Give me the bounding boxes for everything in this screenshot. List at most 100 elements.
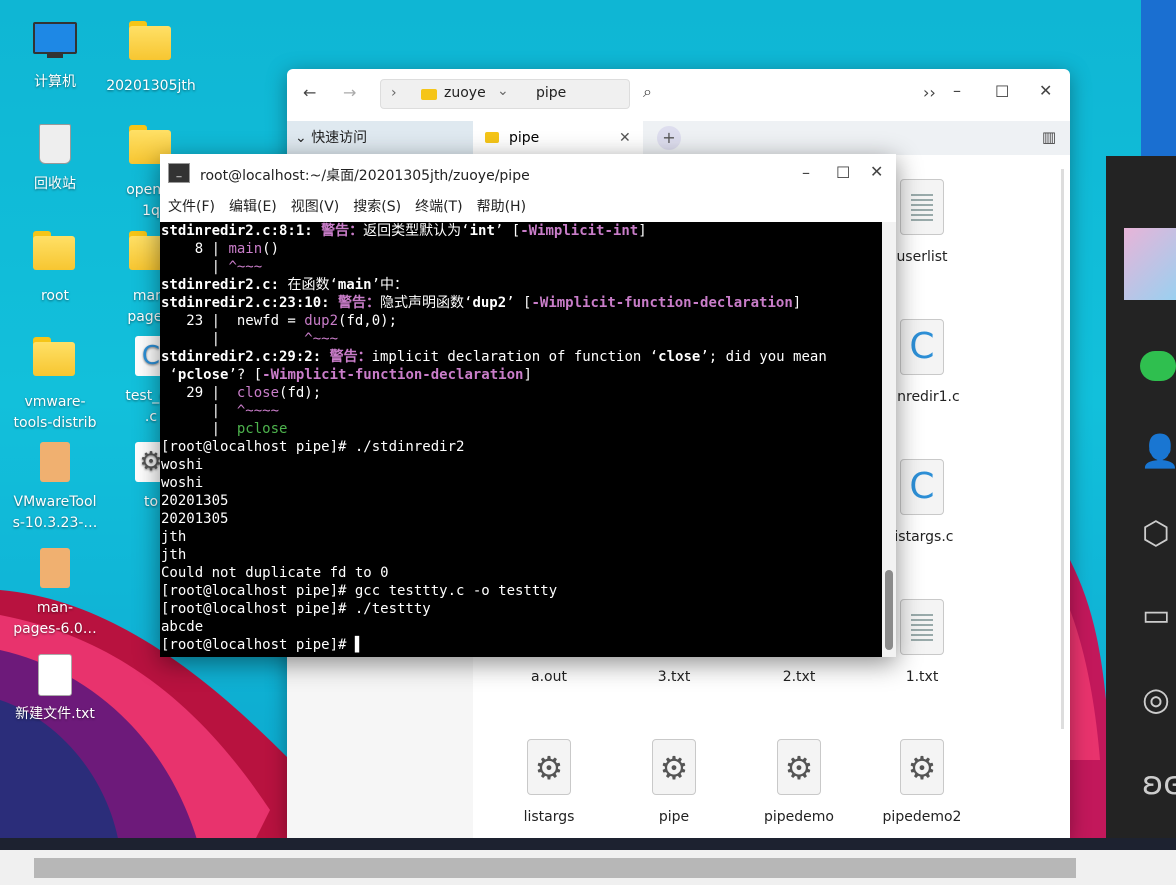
chevron-down-icon: ⌄ [295, 130, 312, 146]
executable-icon: ⚙ [900, 739, 944, 795]
chevron-down-icon[interactable]: ⌄ [497, 83, 509, 99]
terminal-menu-item[interactable]: 终端(T) [415, 199, 462, 215]
file-grid-scrollbar[interactable] [1061, 169, 1064, 729]
executable-icon: ⚙ [777, 739, 821, 795]
horizontal-scrollbar[interactable] [0, 850, 1176, 885]
breadcrumb-zuoye[interactable]: zuoye [444, 85, 486, 101]
terminal-line: | ^~~~~ [161, 403, 280, 419]
search-icon[interactable]: ⌕ [643, 82, 652, 102]
close-icon[interactable]: ✕ [870, 162, 883, 181]
terminal-menu-item[interactable]: 搜索(S) [353, 199, 401, 215]
file-name: a.out [531, 669, 567, 685]
folder-icon[interactable]: ▭ [1142, 598, 1170, 633]
terminal-title: root@localhost:~/桌面/20201305jth/zuoye/pi… [200, 168, 530, 184]
desktop-icon[interactable]: 新建文件.txt [10, 652, 100, 725]
file-item[interactable]: ⚙ pipedemo [744, 739, 854, 825]
desktop-icon[interactable]: 计算机 [10, 18, 100, 93]
right-dock: 👤 ⬡ ▭ ◎ ʚɞ [1106, 156, 1176, 885]
desktop-icon[interactable]: 回收站 [10, 122, 100, 195]
terminal-menu-item[interactable]: 文件(F) [168, 199, 215, 215]
desktop-icon-label: 回收站 [34, 176, 76, 192]
desktop-icon-label: vmware- tools-distrib [13, 394, 97, 431]
minimize-icon[interactable]: – [953, 81, 961, 100]
terminal-line: 8 | main() [161, 241, 280, 257]
file-name: 1.txt [905, 669, 939, 685]
file-manager-toolbar: ← → › zuoye ⌄ pipe ⌕ ›› – ☐ ✕ [287, 69, 1070, 117]
desktop-icon[interactable]: 20201305jth [106, 18, 196, 97]
c-source-icon: C [900, 459, 944, 515]
folder-icon [485, 132, 499, 143]
file-name: 3.txt [657, 669, 691, 685]
terminal-line: stdinredir2.c:29:2: 警告：implicit declarat… [161, 349, 827, 365]
desktop-icon-label: man- pages-6.0… [13, 600, 97, 637]
file-name: listargs [523, 809, 575, 825]
package-icon [33, 442, 77, 486]
home-folder-icon [33, 231, 77, 280]
desktop-icon-label: 20201305jth [106, 78, 196, 94]
terminal-line: jth [161, 547, 187, 563]
cube-icon[interactable]: ⬡ [1142, 514, 1170, 552]
file-name: pipe [658, 809, 690, 825]
desktop-icon-label: 新建文件.txt [15, 706, 95, 722]
aperture-icon[interactable]: ◎ [1142, 680, 1170, 718]
scrollbar-thumb[interactable] [885, 570, 893, 650]
new-tab-button[interactable]: + [657, 126, 681, 150]
terminal-line: jth [161, 529, 187, 545]
desktop-icon-label: root [40, 288, 70, 304]
text-file-icon [900, 179, 944, 235]
file-item[interactable]: ⚙ listargs [494, 739, 604, 825]
terminal-menu-item[interactable]: 帮助(H) [477, 199, 526, 215]
terminal-line: Could not duplicate fd to 0 [161, 565, 389, 581]
monitor-icon [33, 22, 77, 66]
scrollbar-thumb[interactable] [34, 858, 1076, 878]
terminal-line: [root@localhost pipe]# ▌ [161, 637, 364, 653]
maximize-icon[interactable]: ☐ [995, 82, 1009, 101]
close-icon[interactable]: ✕ [1039, 81, 1052, 100]
terminal-line: | pclose [161, 421, 288, 437]
tab-pipe[interactable]: pipe ✕ [473, 121, 643, 155]
desktop-icon[interactable]: man- pages-6.0… [10, 546, 100, 640]
terminal-line: stdinredir2.c:8:1: 警告：返回类型默认为‘int’ [-Wim… [161, 223, 647, 239]
terminal-line: | ^~~~ [161, 259, 263, 275]
terminal-menu-item[interactable]: 编辑(E) [229, 199, 277, 215]
executable-icon: ⚙ [652, 739, 696, 795]
forward-arrow-icon[interactable]: → [343, 83, 356, 102]
minimize-icon[interactable]: – [802, 163, 810, 182]
desktop-icon[interactable]: root [10, 228, 100, 307]
thumbnail-image[interactable] [1124, 228, 1176, 300]
terminal-output[interactable]: stdinredir2.c:8:1: 警告：返回类型默认为‘int’ [-Wim… [160, 222, 883, 657]
terminal-line: [root@localhost pipe]# gcc testtty.c -o … [161, 583, 558, 599]
file-name: 2.txt [782, 669, 816, 685]
file-item[interactable]: ⚙ pipedemo2 [867, 739, 977, 825]
user-icon[interactable]: 👤 [1140, 432, 1176, 470]
terminal-titlebar: _ root@localhost:~/桌面/20201305jth/zuoye/… [160, 154, 896, 194]
terminal-line: 23 | newfd = dup2(fd,0); [161, 313, 398, 329]
chat-icon[interactable] [1140, 351, 1176, 381]
c-source-icon: C [900, 319, 944, 375]
sidebar-quick-access[interactable]: ⌄ 快速访问 [287, 121, 473, 155]
maximize-icon[interactable]: ☐ [836, 163, 850, 182]
desktop-icon[interactable]: vmware- tools-distrib [10, 334, 100, 434]
terminal-scrollbar[interactable] [882, 222, 896, 657]
terminal-menu-item[interactable]: 视图(V) [291, 199, 340, 215]
address-bar[interactable]: › zuoye ⌄ pipe [380, 79, 630, 109]
folder-icon [421, 89, 437, 100]
executable-icon: ⚙ [527, 739, 571, 795]
sidebar-header-label: 快速访问 [311, 130, 368, 146]
terminal-line: | ^~~~ [161, 331, 339, 347]
folder-icon [33, 337, 77, 386]
terminal-window[interactable]: _ root@localhost:~/桌面/20201305jth/zuoye/… [160, 154, 896, 657]
close-tab-icon[interactable]: ✕ [619, 121, 631, 155]
terminal-line: stdinredir2.c: 在函数‘main’中： [161, 277, 409, 293]
view-toggle-icon[interactable]: ▥ [1042, 128, 1056, 146]
file-item[interactable]: ⚙ pipe [619, 739, 729, 825]
breadcrumb-pipe[interactable]: pipe [536, 85, 566, 101]
more-icon[interactable]: ›› [923, 83, 936, 102]
terminal-icon: _ [168, 163, 190, 183]
butterfly-icon[interactable]: ʚɞ [1142, 764, 1176, 802]
terminal-line: 20201305 [161, 493, 229, 509]
package-icon [33, 548, 77, 592]
back-arrow-icon[interactable]: ← [303, 83, 316, 102]
desktop-icon[interactable]: VMwareTool s-10.3.23-… [10, 440, 100, 534]
terminal-line: [root@localhost pipe]# ./stdinredir2 [161, 439, 465, 455]
